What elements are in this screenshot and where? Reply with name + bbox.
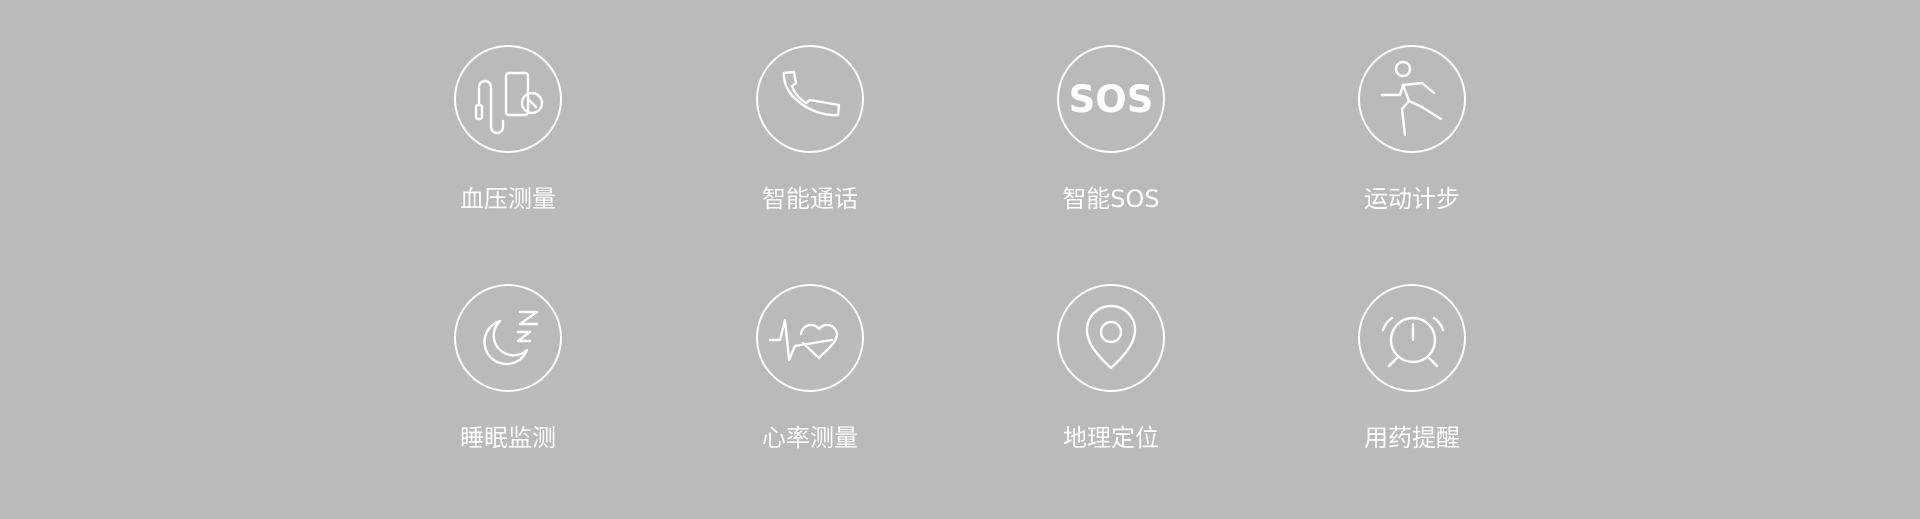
feature-sleep-monitor: 睡眠监测 [418, 284, 598, 474]
heart-rate-icon [768, 318, 839, 362]
feature-geo-location: 地理定位 [1021, 284, 1201, 474]
feature-heart-rate: 心率测量 [720, 284, 900, 474]
feature-icon-circle [756, 45, 864, 153]
feature-label: 睡眠监测 [460, 424, 556, 452]
feature-icon-circle [1358, 284, 1466, 392]
feature-icon-circle [1057, 284, 1165, 392]
feature-smart-sos: SOS 智能SOS [1021, 45, 1201, 235]
phone-icon [782, 70, 841, 117]
alarm-clock-icon [1381, 316, 1445, 368]
blood-pressure-icon [474, 71, 544, 135]
feature-step-counter: 运动计步 [1322, 45, 1502, 235]
feature-icon-circle [454, 284, 562, 392]
feature-smart-call: 智能通话 [720, 45, 900, 235]
feature-grid: 血压测量 智能通话 SOS 智能SOS 运动计步 睡眠监测 心率测量 地理定位 … [0, 0, 1920, 519]
sos-icon: SOS [1069, 78, 1154, 121]
running-icon [1380, 60, 1443, 137]
feature-label: 智能SOS [1062, 185, 1160, 213]
feature-icon-circle [454, 45, 562, 153]
feature-label: 运动计步 [1364, 185, 1460, 213]
feature-medication-reminder: 用药提醒 [1322, 284, 1502, 474]
feature-label: 地理定位 [1063, 424, 1159, 452]
feature-label: 血压测量 [460, 185, 556, 213]
feature-blood-pressure: 血压测量 [418, 45, 598, 235]
location-pin-icon [1085, 304, 1137, 370]
feature-icon-circle [756, 284, 864, 392]
feature-icon-circle: SOS [1057, 45, 1165, 153]
sos-icon-text: SOS [1069, 78, 1154, 121]
feature-label: 心率测量 [762, 424, 858, 452]
sleep-icon [483, 310, 539, 366]
feature-label: 智能通话 [762, 185, 858, 213]
feature-icon-circle [1358, 45, 1466, 153]
feature-label: 用药提醒 [1364, 424, 1460, 452]
